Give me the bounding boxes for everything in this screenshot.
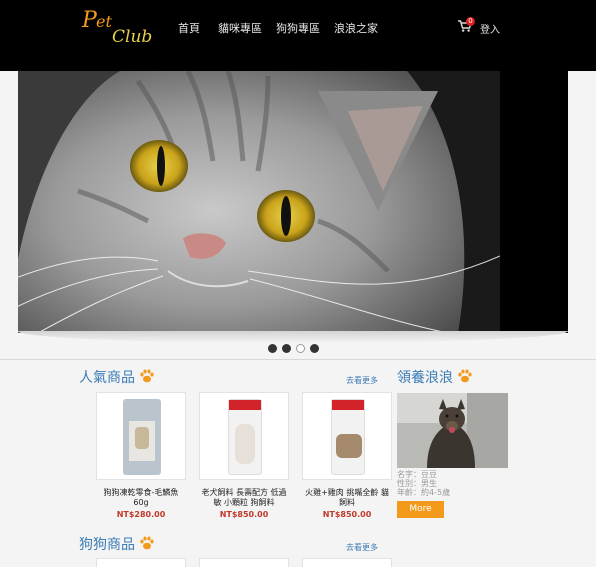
dog-more-link[interactable]: 去看更多 <box>346 542 378 553</box>
logo-p: P <box>82 8 97 33</box>
logo-club: Club <box>112 27 153 47</box>
paw-icon <box>140 536 154 550</box>
site-header: P et Club 首頁 貓咪專區 狗狗專區 浪浪之家 0 登入 <box>0 0 596 71</box>
carousel-dot-4[interactable] <box>310 344 319 353</box>
product-name: 狗狗凍乾零食-毛鱗魚60g <box>103 488 179 507</box>
paw-icon <box>140 369 154 383</box>
carousel-dot-2[interactable] <box>282 344 291 353</box>
login-link[interactable]: 登入 <box>480 21 500 36</box>
nav-dog-zone[interactable]: 狗狗專區 <box>276 20 320 36</box>
nav-cat-zone[interactable]: 貓咪專區 <box>218 20 262 36</box>
product-card[interactable]: 老犬飼料 長壽配方 低過敏 小顆粒 狗飼料 NT$850.00 <box>199 392 289 519</box>
adopt-more-button[interactable]: More <box>397 501 444 518</box>
product-card[interactable]: 狗狗凍乾零食-毛鱗魚60g NT$280.00 <box>96 392 186 519</box>
product-image <box>302 392 392 480</box>
product-name: 火雞+雞肉 挑嘴全齡 貓飼料 <box>305 488 389 507</box>
popular-section-title: 人氣商品 <box>79 370 135 386</box>
hero-carousel <box>18 71 568 333</box>
product-card[interactable] <box>96 558 186 567</box>
pet-club-logo[interactable]: P et Club <box>82 8 152 48</box>
nav-home[interactable]: 首頁 <box>178 20 200 36</box>
section-divider <box>0 359 596 360</box>
dog-gender: 性別：男生 <box>397 479 437 488</box>
dog-age: 年齡：約4-5歲 <box>397 488 451 497</box>
logo-et: et <box>96 12 112 31</box>
hero-cat-image <box>18 71 500 333</box>
product-price: NT$850.00 <box>322 510 372 519</box>
dog-section-title: 狗狗商品 <box>79 537 135 553</box>
product-card[interactable]: 火雞+雞肉 挑嘴全齡 貓飼料 NT$850.00 <box>302 392 392 519</box>
hero-shadow <box>18 331 568 343</box>
product-name: 老犬飼料 長壽配方 低過敏 小顆粒 狗飼料 <box>201 488 287 507</box>
product-price: NT$850.00 <box>219 510 269 519</box>
nav-stray-home[interactable]: 浪浪之家 <box>334 20 378 36</box>
popular-more-link[interactable]: 去看更多 <box>346 375 378 386</box>
product-card[interactable] <box>199 558 289 567</box>
adopt-section-title: 領養浪浪 <box>397 370 453 386</box>
product-image <box>199 392 289 480</box>
cart-button[interactable]: 0 <box>458 17 476 35</box>
carousel-dot-1[interactable] <box>268 344 277 353</box>
product-price: NT$280.00 <box>116 510 166 519</box>
adopt-dog-info: 名字：豆豆 性別：男生 年齡：約4-5歲 <box>397 470 450 497</box>
product-card[interactable] <box>302 558 392 567</box>
dog-name: 名字：豆豆 <box>397 470 437 479</box>
cart-count-badge: 0 <box>466 17 475 26</box>
adopt-dog-photo[interactable] <box>397 393 508 468</box>
carousel-dot-3[interactable] <box>296 344 305 353</box>
product-image <box>96 392 186 480</box>
paw-icon <box>458 369 472 383</box>
